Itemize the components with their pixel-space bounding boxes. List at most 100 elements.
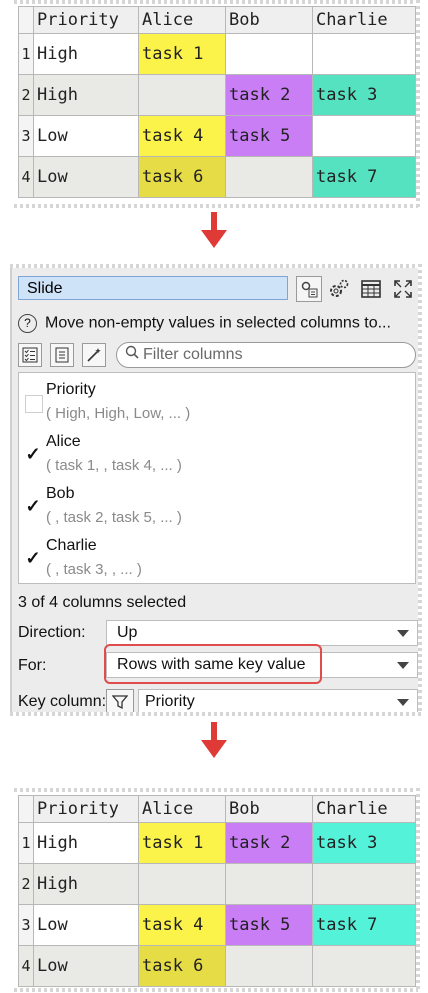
table-cell[interactable]: Low: [33, 156, 139, 198]
column-checkbox[interactable]: ✓: [25, 497, 41, 515]
table-cell[interactable]: Low: [33, 904, 139, 946]
table-row: 4 Low task 6: [18, 945, 416, 987]
table-row: 2 High task 2 task 3: [18, 74, 416, 116]
arrow-down-icon: [201, 212, 227, 248]
list-item-alice[interactable]: ✓ Alice ( task 1, , task 4, ... ): [19, 429, 415, 481]
table-icon[interactable]: [358, 276, 384, 302]
table-row: 3 Low task 4 task 5 task 7: [18, 904, 416, 946]
torn-edge-top: [14, 788, 418, 792]
table-cell[interactable]: task 1: [138, 33, 226, 75]
table-row: 4 Low task 6 task 7: [18, 156, 416, 198]
table-cell[interactable]: task 3: [312, 822, 416, 864]
torn-edge-right-top: [416, 0, 420, 208]
column-checkbox[interactable]: ✓: [25, 549, 41, 567]
key-column-value: Priority: [145, 693, 195, 710]
row-number: 3: [18, 904, 34, 946]
chevron-down-icon: [397, 662, 409, 669]
column-preview: ( task 1, , task 4, ... ): [46, 457, 182, 474]
col-header-priority[interactable]: Priority: [33, 6, 139, 34]
col-header-alice[interactable]: Alice: [138, 795, 226, 823]
table-cell[interactable]: [138, 863, 226, 905]
table-cell[interactable]: [312, 863, 416, 905]
table-cell[interactable]: task 6: [138, 945, 226, 987]
table-cell[interactable]: High: [33, 74, 139, 116]
filter-columns-input[interactable]: Filter columns: [116, 342, 416, 368]
table-cell[interactable]: [138, 74, 226, 116]
table-cell[interactable]: task 6: [138, 156, 226, 198]
table-cell[interactable]: task 1: [138, 822, 226, 864]
corner-cell: [18, 795, 34, 823]
torn-edge-bottom: [14, 204, 418, 208]
table-cell[interactable]: Low: [33, 945, 139, 987]
col-header-charlie[interactable]: Charlie: [312, 6, 416, 34]
row-number: 2: [18, 74, 34, 116]
help-icon[interactable]: ?: [18, 314, 37, 333]
check-all-icon[interactable]: [18, 343, 42, 367]
cog-icon[interactable]: [326, 276, 352, 302]
table-cell[interactable]: [312, 115, 416, 157]
torn-edge-top: [14, 0, 418, 4]
for-label: For:: [18, 657, 47, 674]
direction-value: Up: [117, 624, 138, 641]
direction-select[interactable]: Up: [106, 620, 418, 646]
torn-edge-bottom: [14, 988, 418, 992]
column-name: Alice: [46, 433, 81, 450]
column-preview: ( , task 2, task 5, ... ): [46, 509, 182, 526]
table-cell[interactable]: [312, 33, 416, 75]
column-checkbox[interactable]: [25, 395, 43, 413]
filter-placeholder: Filter columns: [143, 346, 243, 364]
table-cell[interactable]: High: [33, 33, 139, 75]
col-header-bob[interactable]: Bob: [225, 6, 313, 34]
table-cell[interactable]: task 5: [225, 904, 313, 946]
table-cell[interactable]: task 2: [225, 822, 313, 864]
table-cell[interactable]: [225, 33, 313, 75]
row-number: 3: [18, 115, 34, 157]
calculator-settings-icon[interactable]: [296, 276, 322, 302]
chevron-down-icon: [397, 630, 409, 637]
arrow-down-icon: [201, 722, 227, 758]
table-cell[interactable]: [225, 945, 313, 987]
table-cell[interactable]: [225, 156, 313, 198]
table-cell[interactable]: task 5: [225, 115, 313, 157]
table-cell[interactable]: task 4: [138, 115, 226, 157]
torn-edge-bottom: [10, 712, 422, 716]
row-number: 1: [18, 822, 34, 864]
transform-title[interactable]: Slide: [18, 276, 288, 300]
column-name: Bob: [46, 485, 75, 502]
row-number: 1: [18, 33, 34, 75]
selection-status: 3 of 4 columns selected: [18, 594, 187, 611]
table-cell[interactable]: task 4: [138, 904, 226, 946]
slide-panel: Slide ? Move non-empty values in selected…: [10, 268, 422, 715]
chevron-down-icon: [397, 699, 409, 706]
table-cell[interactable]: task 7: [312, 904, 416, 946]
table-cell[interactable]: task 7: [312, 156, 416, 198]
column-checkbox[interactable]: ✓: [25, 445, 41, 463]
table-cell[interactable]: task 3: [312, 74, 416, 116]
list-item-priority[interactable]: Priority ( High, High, Low, ... ): [19, 377, 415, 429]
expand-icon[interactable]: [390, 276, 416, 302]
uncheck-icon[interactable]: [50, 343, 74, 367]
table-row: 3 Low task 4 task 5: [18, 115, 416, 157]
row-number: 4: [18, 945, 34, 987]
col-header-charlie[interactable]: Charlie: [312, 795, 416, 823]
torn-edge-right-bottom: [416, 788, 420, 990]
col-header-alice[interactable]: Alice: [138, 6, 226, 34]
wand-icon[interactable]: [82, 343, 106, 367]
col-header-bob[interactable]: Bob: [225, 795, 313, 823]
header-row: Priority Alice Bob Charlie: [18, 795, 416, 823]
table-cell[interactable]: [225, 863, 313, 905]
table-cell[interactable]: High: [33, 822, 139, 864]
list-item-charlie[interactable]: ✓ Charlie ( , task 3, , ... ): [19, 533, 415, 585]
column-list: Priority ( High, High, Low, ... ) ✓ Alic…: [18, 372, 416, 584]
table-row: 1 High task 1: [18, 33, 416, 75]
table-cell[interactable]: High: [33, 863, 139, 905]
column-name: Priority: [46, 381, 96, 398]
table-cell[interactable]: task 2: [225, 74, 313, 116]
description: ? Move non-empty values in selected colum…: [18, 314, 391, 333]
list-item-bob[interactable]: ✓ Bob ( , task 2, task 5, ... ): [19, 481, 415, 533]
column-preview: ( High, High, Low, ... ): [46, 405, 191, 422]
table-cell[interactable]: Low: [33, 115, 139, 157]
col-header-priority[interactable]: Priority: [33, 795, 139, 823]
table-cell[interactable]: [312, 945, 416, 987]
table-row: 1 High task 1 task 2 task 3: [18, 822, 416, 864]
